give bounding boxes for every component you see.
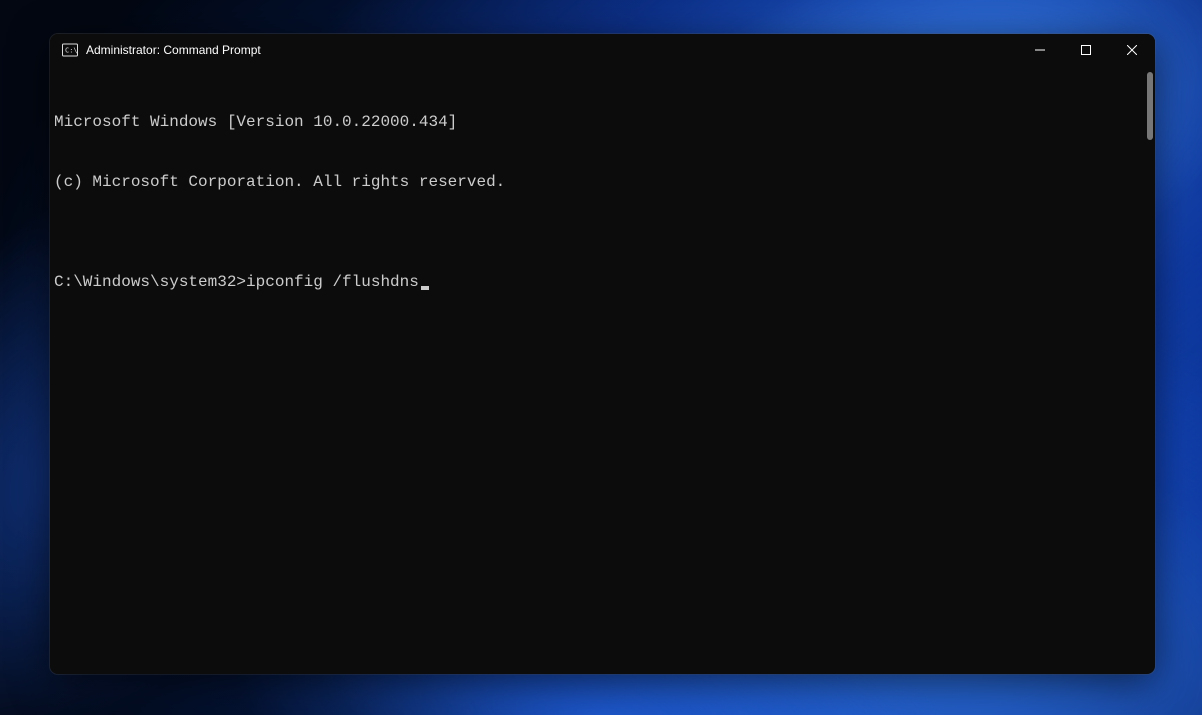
command-prompt-window: C:\ Administrator: Command Prompt Micros…: [50, 34, 1155, 674]
cursor-icon: [421, 286, 429, 290]
close-button[interactable]: [1109, 34, 1155, 66]
copyright-line: (c) Microsoft Corporation. All rights re…: [54, 172, 1147, 192]
command-input[interactable]: ipconfig /flushdns: [246, 272, 419, 292]
vertical-scrollbar[interactable]: [1147, 72, 1153, 140]
minimize-button[interactable]: [1017, 34, 1063, 66]
titlebar-left: C:\ Administrator: Command Prompt: [50, 42, 1017, 58]
window-title: Administrator: Command Prompt: [86, 43, 261, 57]
maximize-button[interactable]: [1063, 34, 1109, 66]
window-titlebar[interactable]: C:\ Administrator: Command Prompt: [50, 34, 1155, 66]
terminal-body[interactable]: Microsoft Windows [Version 10.0.22000.43…: [50, 66, 1155, 674]
svg-text:C:\: C:\: [65, 47, 78, 55]
terminal-output: Microsoft Windows [Version 10.0.22000.43…: [54, 72, 1147, 666]
window-controls: [1017, 34, 1155, 66]
command-prompt-icon: C:\: [62, 42, 78, 58]
prompt-line: C:\Windows\system32>ipconfig /flushdns: [54, 272, 1147, 292]
version-line: Microsoft Windows [Version 10.0.22000.43…: [54, 112, 1147, 132]
prompt-path: C:\Windows\system32>: [54, 272, 246, 292]
